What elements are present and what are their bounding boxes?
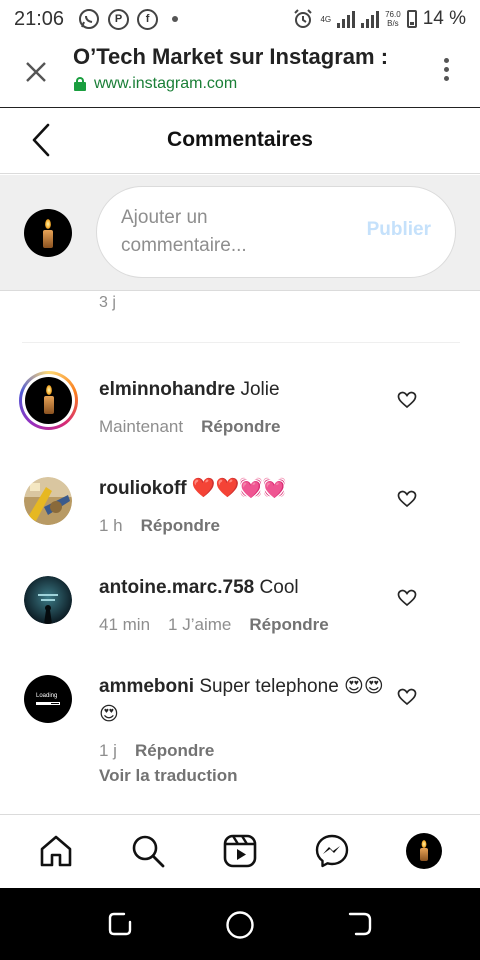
comment-time: 1 j	[99, 741, 117, 760]
close-icon	[26, 62, 46, 82]
comment-composer: Ajouter un commentaire... Publier	[0, 175, 480, 291]
android-navigation-bar	[0, 888, 480, 960]
comments-header: Commentaires	[0, 108, 480, 174]
user-avatar[interactable]: Loading	[24, 675, 72, 723]
comment-time: 1 h	[99, 516, 123, 535]
like-heart-icon[interactable]	[397, 391, 417, 409]
url-bar: www.instagram.com	[74, 75, 237, 93]
avatar-loading-text: Loading	[36, 693, 58, 699]
comment-username[interactable]: rouliokoff	[99, 478, 187, 499]
page-title: O’Tech Market sur Instagram :	[73, 44, 389, 69]
reels-icon[interactable]	[222, 833, 258, 869]
like-heart-icon[interactable]	[397, 688, 417, 706]
whatsapp-icon	[79, 9, 100, 29]
comment-item: Loading ammeboni Super telephone 😍😍😍 1 j…	[0, 673, 480, 793]
notification-icons: P f	[78, 8, 179, 30]
close-button[interactable]	[22, 58, 50, 86]
app-p-icon: P	[108, 8, 130, 30]
like-heart-icon[interactable]	[397, 589, 417, 607]
battery-level: 14 %	[422, 8, 466, 29]
browser-header: O’Tech Market sur Instagram : www.instag…	[0, 38, 480, 108]
reply-button[interactable]: Répondre	[141, 516, 220, 536]
avatar-loading-bar	[36, 702, 60, 705]
comment-input[interactable]: Ajouter un commentaire... Publier	[96, 186, 456, 278]
user-avatar	[25, 377, 72, 424]
signal-icon-2	[361, 10, 380, 28]
reply-button[interactable]: Répondre	[249, 615, 328, 635]
user-avatar[interactable]	[24, 576, 72, 624]
status-bar: 21:06 P f 4G 76.0 B/s 14 %	[0, 0, 480, 38]
comment-text: antoine.marc.758 Cool	[99, 574, 389, 602]
profile-avatar[interactable]	[406, 833, 442, 869]
home-circle-icon[interactable]	[225, 910, 255, 940]
comment-time: Maintenant	[99, 417, 184, 436]
see-translation-button[interactable]: Voir la traduction	[99, 766, 238, 786]
signal-icon	[337, 10, 356, 28]
bottom-navigation	[0, 814, 480, 888]
reply-button[interactable]: Répondre	[201, 417, 280, 437]
search-icon[interactable]	[130, 833, 166, 869]
battery-icon	[406, 10, 417, 28]
more-notifications-dot	[172, 16, 179, 22]
reply-button[interactable]: Répondre	[135, 741, 214, 761]
divider	[22, 342, 460, 343]
home-icon[interactable]	[38, 833, 74, 869]
network-type: 4G	[320, 14, 332, 24]
comment-item: elminnohandre Jolie Maintenant Répondre	[0, 371, 480, 446]
messenger-icon[interactable]	[314, 833, 350, 869]
comment-body: Cool	[259, 577, 299, 598]
network-speed: 76.0 B/s	[385, 10, 401, 28]
comment-body: ❤️❤️💓💓	[191, 478, 287, 499]
recents-icon[interactable]	[106, 910, 134, 938]
comment-item: antoine.marc.758 Cool 41 min 1 J’aime Ré…	[0, 574, 480, 644]
comment-text: ammeboni Super telephone 😍😍😍	[99, 673, 389, 729]
like-heart-icon[interactable]	[397, 490, 417, 508]
comment-body: Jolie	[240, 379, 280, 400]
status-time: 21:06	[14, 7, 65, 30]
likes-count[interactable]: 1 J’aime	[168, 615, 231, 635]
comment-placeholder: Ajouter un commentaire...	[121, 207, 247, 256]
more-options-button[interactable]	[444, 58, 450, 81]
back-icon[interactable]	[346, 910, 374, 938]
comments-title: Commentaires	[167, 128, 313, 151]
lock-icon	[74, 77, 86, 91]
alarm-icon	[294, 9, 313, 28]
comment-username[interactable]: elminnohandre	[99, 379, 235, 400]
facebook-icon: f	[137, 8, 159, 30]
comment-item: rouliokoff ❤️❤️💓💓 1 h Répondre	[0, 475, 480, 545]
story-ring[interactable]	[19, 371, 78, 430]
comment-username[interactable]: antoine.marc.758	[99, 577, 254, 598]
comment-text: rouliokoff ❤️❤️💓💓	[99, 475, 389, 503]
user-avatar[interactable]	[24, 477, 72, 525]
comment-text: elminnohandre Jolie	[99, 376, 389, 404]
previous-comment-time: 3 j	[99, 294, 116, 311]
comment-username[interactable]: ammeboni	[99, 676, 194, 697]
page-url: www.instagram.com	[94, 75, 238, 92]
publish-button[interactable]: Publier	[367, 219, 431, 241]
comment-time: 41 min	[99, 615, 151, 634]
current-user-avatar	[24, 209, 72, 257]
